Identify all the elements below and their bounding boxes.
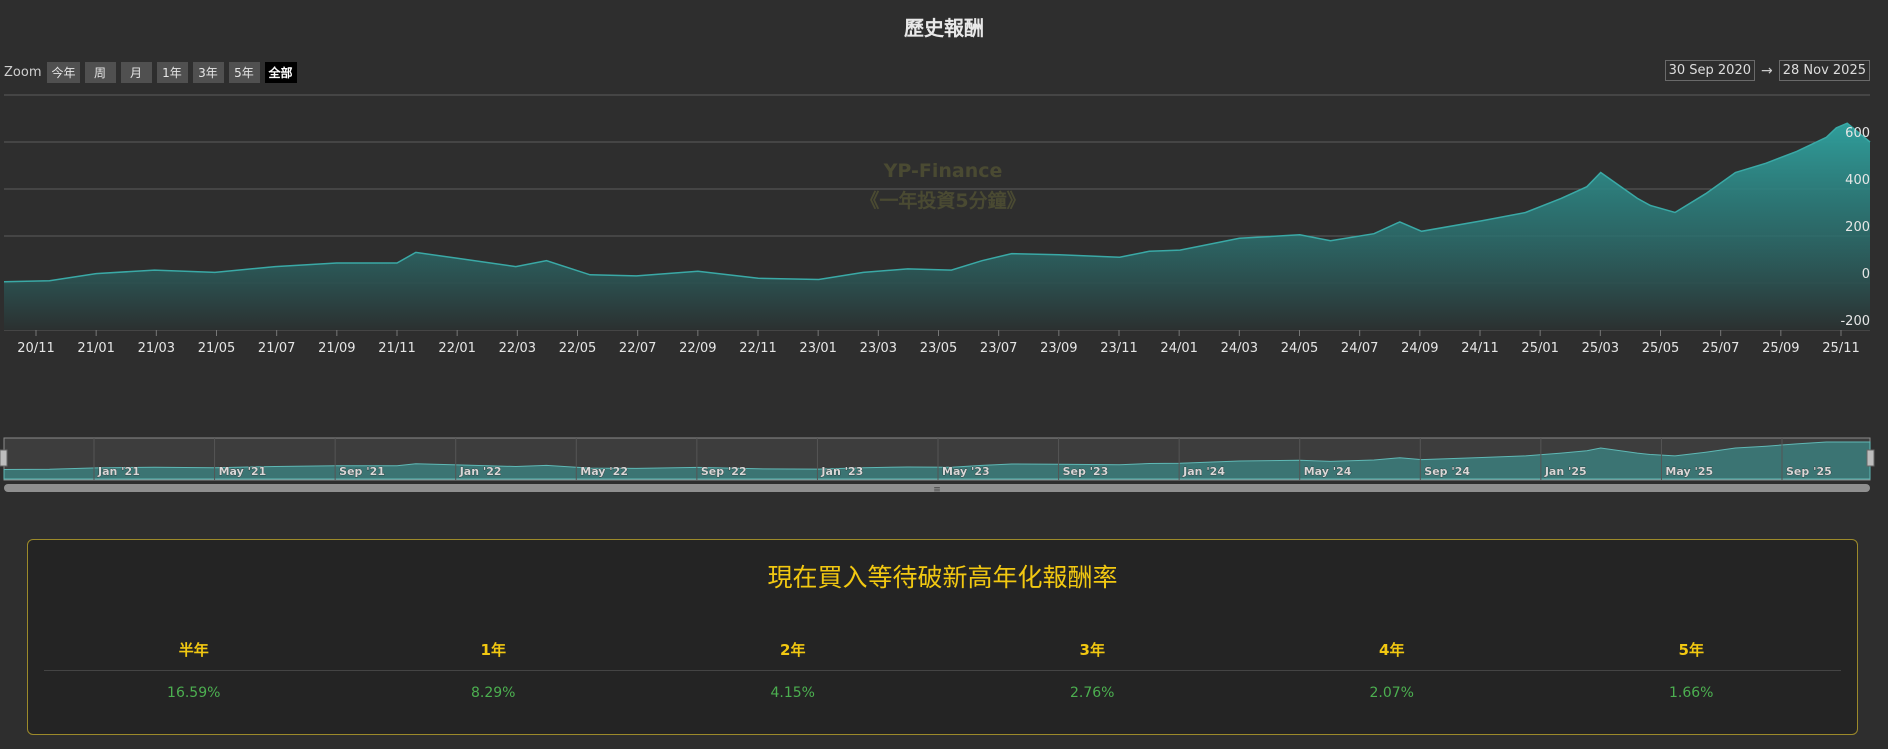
- navigator-label: May '21: [219, 465, 267, 478]
- navigator[interactable]: Jan '21 May '21 Sep '21 Jan '22 May '22 Sep '…: [0, 436, 1888, 496]
- navigator-label: Jan '22: [459, 465, 502, 478]
- x-tick-label: 21/07: [258, 341, 295, 356]
- navigator-label: Sep '25: [1786, 465, 1832, 478]
- header-3-year: 3年: [1079, 641, 1105, 659]
- date-from-input[interactable]: 30 Sep 2020: [1664, 60, 1755, 81]
- x-tick-label: 25/03: [1582, 341, 1619, 356]
- value-1-year: 8.29%: [471, 685, 516, 701]
- navigator-handle-left[interactable]: [0, 449, 8, 467]
- date-to-input[interactable]: 28 Nov 2025: [1778, 60, 1870, 81]
- x-tick-label: 23/09: [1040, 341, 1077, 356]
- navigator-label: Sep '21: [339, 465, 385, 478]
- x-tick-label: 25/07: [1702, 341, 1739, 356]
- x-tick-label: 25/05: [1642, 341, 1679, 356]
- x-tick-label: 23/05: [920, 341, 957, 356]
- x-tick-label: 22/03: [499, 341, 536, 356]
- zoom-button-week[interactable]: 周: [84, 61, 116, 83]
- navigator-label: Sep '22: [701, 465, 747, 478]
- value-5-year: 1.66%: [1669, 685, 1714, 701]
- y-tick-label: 200: [1845, 220, 1870, 235]
- main-chart[interactable]: YP-Finance 《一年投資5分鐘》 -200 0 200 400 600 20/1…: [0, 90, 1888, 420]
- x-tick-label: 23/11: [1100, 341, 1137, 356]
- x-tick-label: 24/09: [1401, 341, 1438, 356]
- zoom-button-all[interactable]: 全部: [264, 61, 297, 83]
- watermark-line-1: YP-Finance: [883, 160, 1003, 182]
- value-half-year: 16.59%: [167, 685, 221, 701]
- zoom-label: Zoom: [4, 64, 42, 80]
- x-tick-label: 22/05: [559, 341, 596, 356]
- area-series-fill: [4, 123, 1870, 330]
- x-tick-label: 21/05: [198, 341, 235, 356]
- header-1-year: 1年: [480, 641, 506, 659]
- zoom-button-5y[interactable]: 5年: [228, 61, 260, 83]
- header-5-year: 5年: [1678, 641, 1704, 659]
- navigator-label: Jan '21: [97, 465, 140, 478]
- value-3-year: 2.76%: [1070, 685, 1115, 701]
- navigator-label: Jan '25: [1544, 465, 1587, 478]
- x-tick-label: 23/07: [980, 341, 1017, 356]
- x-tick-label: 20/11: [17, 341, 54, 356]
- header-4-year: 4年: [1379, 641, 1405, 659]
- value-2-year: 4.15%: [770, 685, 815, 701]
- x-tick-label: 22/09: [679, 341, 716, 356]
- header-2-year: 2年: [780, 641, 806, 659]
- x-tick-label: 24/01: [1160, 341, 1197, 356]
- y-tick-label: -200: [1840, 314, 1870, 329]
- x-tick-label: 25/01: [1521, 341, 1558, 356]
- x-tick-label: 24/05: [1281, 341, 1318, 356]
- x-tick-label: 25/11: [1822, 341, 1859, 356]
- x-tick-label: 22/01: [438, 341, 475, 356]
- watermark-line-2: 《一年投資5分鐘》: [860, 189, 1025, 212]
- x-tick-label: 21/03: [138, 341, 175, 356]
- navigator-label: May '22: [580, 465, 628, 478]
- x-tick-label: 21/09: [318, 341, 355, 356]
- panel-value-row: 16.59% 8.29% 4.15% 2.76% 2.07% 1.66%: [44, 685, 1841, 701]
- navigator-label: Jan '24: [1182, 465, 1225, 478]
- x-tick-label: 22/11: [739, 341, 776, 356]
- date-arrow: →: [1761, 62, 1773, 79]
- x-tick-label: 23/01: [799, 341, 836, 356]
- navigator-label: May '25: [1665, 465, 1713, 478]
- x-axis-ticks: 20/11 21/01 21/03 21/05 21/07 21/09 21/11 22/01…: [17, 330, 1860, 356]
- chart-title: 歷史報酬: [904, 16, 984, 40]
- x-tick-label: 21/11: [378, 341, 415, 356]
- x-tick-label: 24/03: [1221, 341, 1258, 356]
- navigator-label: May '24: [1304, 465, 1352, 478]
- navigator-handle-right[interactable]: [1866, 449, 1875, 467]
- navigator-label: Sep '23: [1063, 465, 1109, 478]
- x-tick-label: 25/09: [1762, 341, 1799, 356]
- panel-title: 現在買入等待破新高年化報酬率: [767, 563, 1118, 592]
- navigator-label: Jan '23: [820, 465, 863, 478]
- panel-header-row: 半年 1年 2年 3年 4年 5年: [44, 630, 1841, 671]
- navigator-label: Sep '24: [1424, 465, 1470, 478]
- x-tick-label: 21/01: [77, 341, 114, 356]
- x-tick-label: 24/07: [1341, 341, 1378, 356]
- navigator-label: May '23: [942, 465, 990, 478]
- zoom-button-ytd[interactable]: 今年: [47, 61, 80, 83]
- date-range: 30 Sep 2020 → 28 Nov 2025: [1664, 60, 1870, 81]
- header-half-year: 半年: [178, 641, 209, 659]
- y-tick-label: 600: [1845, 126, 1870, 141]
- x-tick-label: 24/11: [1461, 341, 1498, 356]
- value-4-year: 2.07%: [1369, 685, 1414, 701]
- zoom-button-1y[interactable]: 1年: [156, 61, 188, 83]
- zoom-bar: Zoom 今年 周 月 1年 3年 5年 全部: [4, 61, 297, 83]
- watermark: YP-Finance 《一年投資5分鐘》: [860, 160, 1025, 212]
- zoom-button-month[interactable]: 月: [120, 61, 152, 83]
- x-tick-label: 23/03: [860, 341, 897, 356]
- zoom-button-3y[interactable]: 3年: [192, 61, 224, 83]
- navigator-scroll-grip[interactable]: ≡: [933, 485, 941, 495]
- y-tick-label: 0: [1862, 267, 1870, 282]
- annualized-return-panel: 現在買入等待破新高年化報酬率 半年 1年 2年 3年 4年 5年 16.59% …: [27, 539, 1858, 735]
- y-tick-label: 400: [1845, 173, 1870, 188]
- x-tick-label: 22/07: [619, 341, 656, 356]
